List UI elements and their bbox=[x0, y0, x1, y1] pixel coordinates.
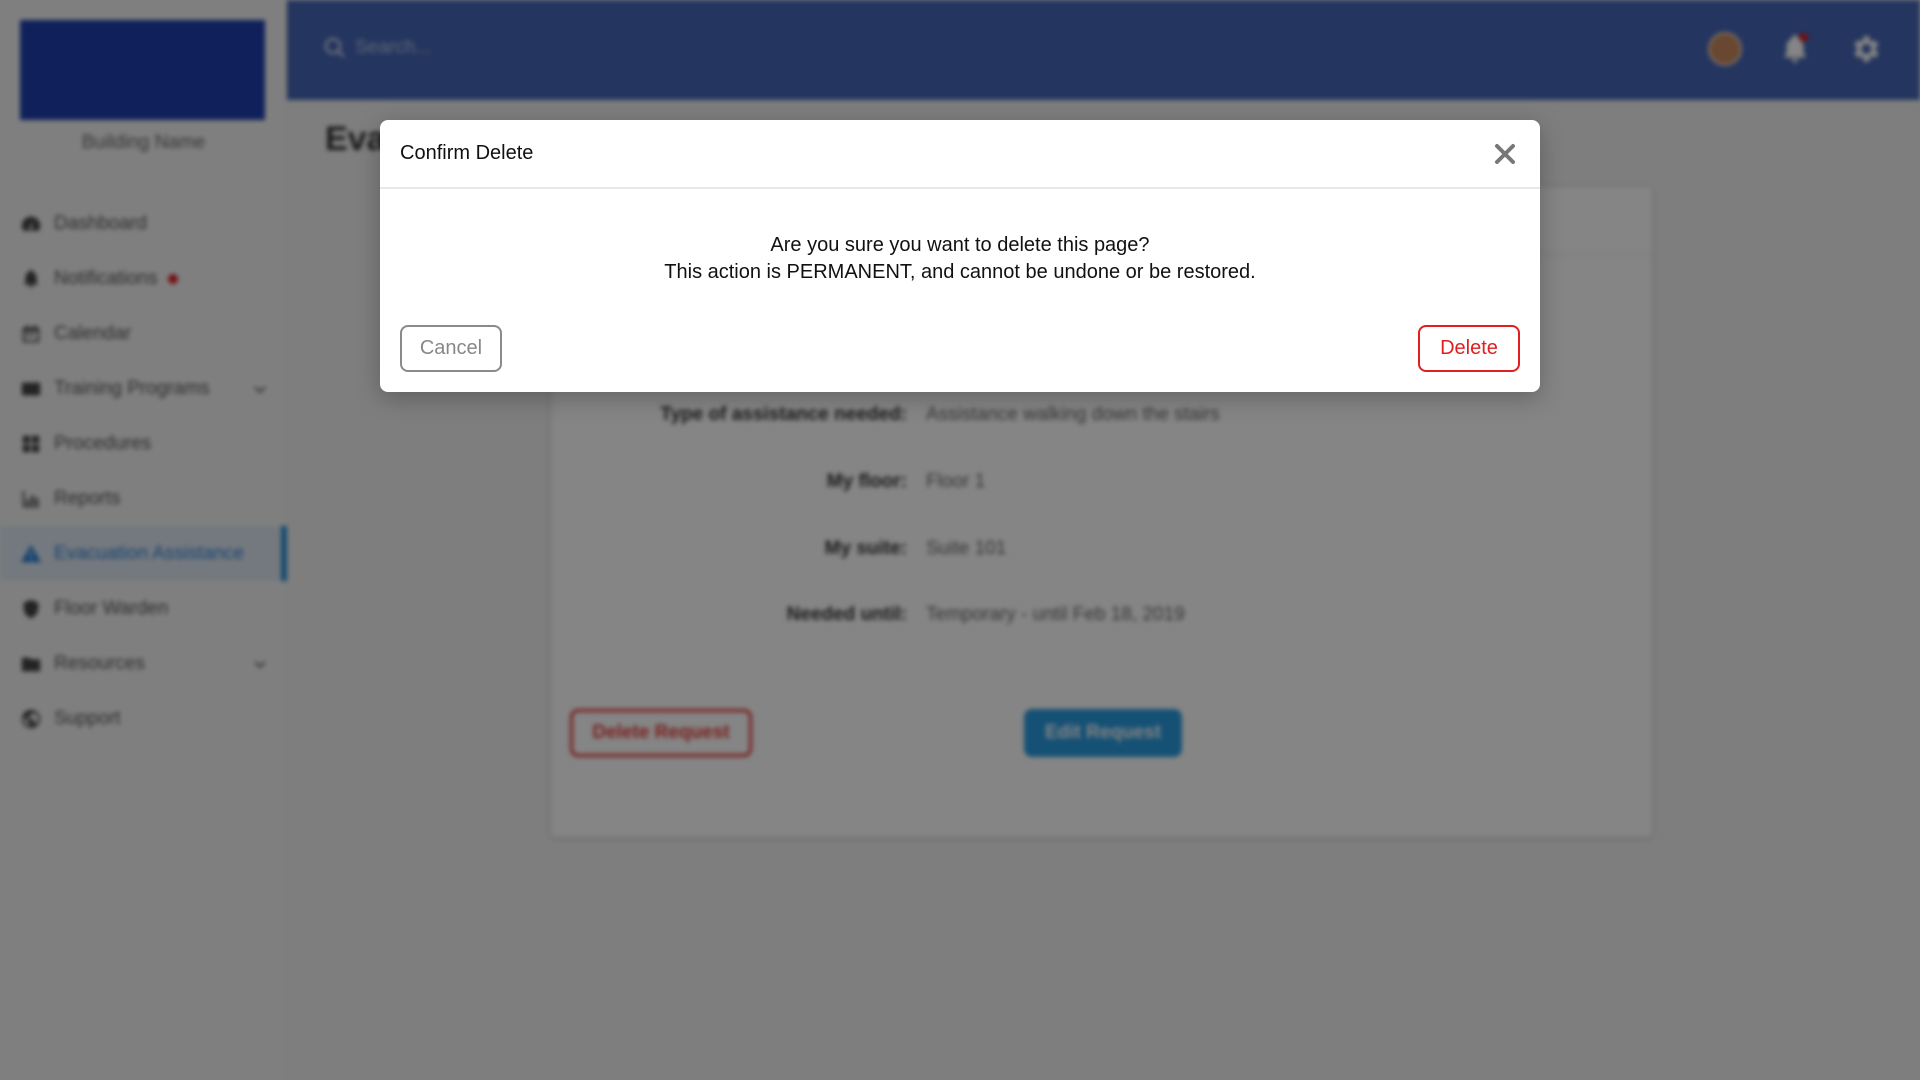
close-icon[interactable] bbox=[1490, 139, 1520, 169]
dialog-message-line2: This action is PERMANENT, and cannot be … bbox=[664, 261, 1256, 283]
confirm-delete-dialog: Confirm Delete Are you sure you want to … bbox=[380, 120, 1540, 392]
cancel-button[interactable]: Cancel bbox=[400, 325, 502, 372]
delete-button[interactable]: Delete bbox=[1418, 325, 1520, 372]
dialog-message-line1: Are you sure you want to delete this pag… bbox=[770, 234, 1150, 256]
dialog-title: Confirm Delete bbox=[400, 142, 534, 164]
dialog-message: Are you sure you want to delete this pag… bbox=[380, 232, 1540, 286]
dialog-header: Confirm Delete bbox=[380, 120, 1540, 189]
